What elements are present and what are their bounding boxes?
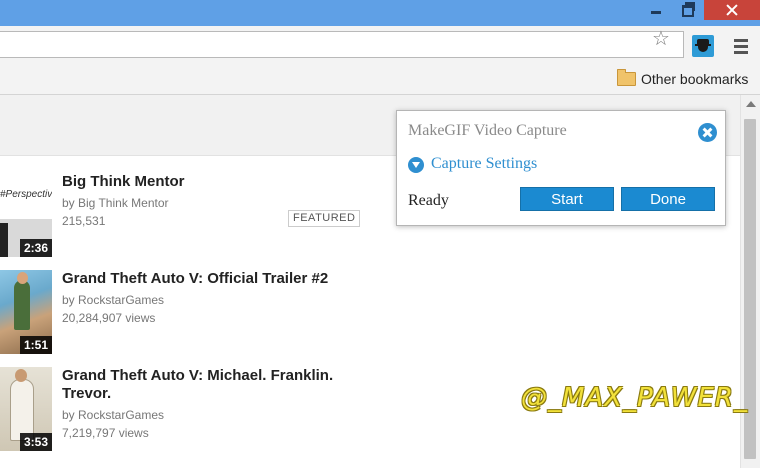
other-bookmarks-link[interactable]: Other bookmarks <box>641 71 748 87</box>
video-thumbnail[interactable]: 1:51 <box>0 270 52 354</box>
chevron-down-icon[interactable] <box>408 157 424 173</box>
video-views: 215,531 <box>62 214 106 228</box>
capture-settings-link[interactable]: Capture Settings <box>431 155 537 173</box>
video-duration: 2:36 <box>19 239 52 257</box>
makegif-popup: MakeGIF Video Capture Capture Settings R… <box>396 110 726 226</box>
menu-icon[interactable] <box>734 39 748 57</box>
video-views: 20,284,907 views <box>62 311 156 325</box>
window-titlebar <box>0 0 760 26</box>
popup-title: MakeGIF Video Capture <box>408 122 567 139</box>
bookmarks-bar: Other bookmarks <box>0 64 760 95</box>
thumbnail-caption: #Perspective <box>0 189 52 200</box>
start-button[interactable]: Start <box>520 187 614 211</box>
watermark: @_MAX_PAWER_ <box>521 383 748 413</box>
scroll-up-arrow-icon[interactable] <box>746 101 756 107</box>
video-list-item[interactable]: 3:53 Grand Theft Auto V: Michael. Frankl… <box>0 367 420 451</box>
makegif-extension-icon[interactable] <box>692 35 714 57</box>
video-channel[interactable]: by RockstarGames <box>62 408 164 423</box>
video-list-item[interactable]: 1:51 Grand Theft Auto V: Official Traile… <box>0 270 420 354</box>
browser-toolbar: ☆ <box>0 26 760 64</box>
minimize-button[interactable] <box>640 0 670 20</box>
video-duration: 3:53 <box>19 433 52 451</box>
close-window-button[interactable] <box>704 0 760 20</box>
video-duration: 1:51 <box>19 336 52 354</box>
video-title[interactable]: Grand Theft Auto V: Michael. Franklin. T… <box>62 367 362 403</box>
status-text: Ready <box>408 192 449 209</box>
video-title[interactable]: Big Think Mentor <box>62 173 362 191</box>
featured-badge: FEATURED <box>288 210 361 227</box>
video-thumbnail[interactable]: 3:53 <box>0 367 52 451</box>
video-thumbnail[interactable]: #Perspective 2:36 <box>0 173 52 257</box>
video-title[interactable]: Grand Theft Auto V: Official Trailer #2 <box>62 270 362 288</box>
video-channel[interactable]: by Big Think Mentor <box>62 196 169 211</box>
restore-button[interactable] <box>672 0 702 20</box>
address-bar[interactable] <box>0 31 684 58</box>
bookmark-star-icon[interactable]: ☆ <box>652 29 670 49</box>
video-list-item[interactable]: #Perspective 2:36 Big Think Mentor by Bi… <box>0 173 420 257</box>
close-icon[interactable] <box>698 123 717 142</box>
video-channel[interactable]: by RockstarGames <box>62 293 164 308</box>
done-button[interactable]: Done <box>621 187 715 211</box>
video-views: 7,219,797 views <box>62 426 149 440</box>
folder-icon <box>617 69 636 86</box>
